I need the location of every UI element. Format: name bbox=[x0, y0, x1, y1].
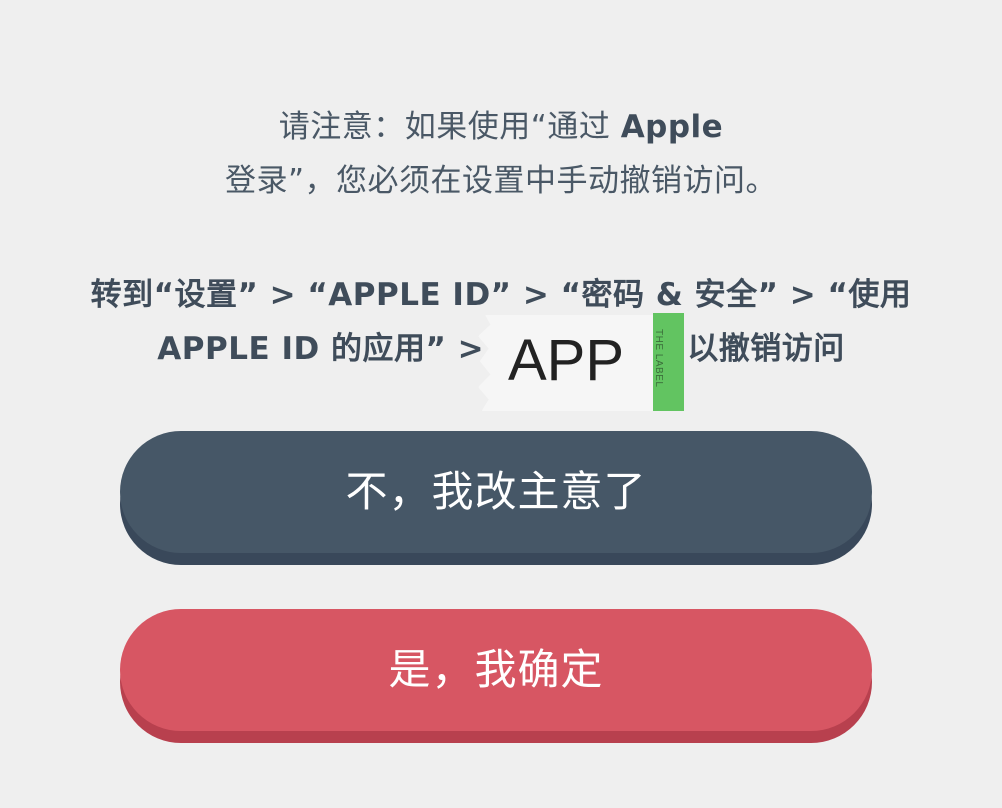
label-tab: THE LABEL bbox=[653, 313, 684, 411]
confirm-button[interactable]: 是，我确定 bbox=[120, 609, 872, 731]
app-sticker-overlay: APP bbox=[478, 315, 656, 411]
label-tab-text: THE LABEL bbox=[653, 329, 664, 388]
instructions-line-2-end: ”以撤销访问 bbox=[666, 331, 845, 367]
apple-id-label: APPLE ID bbox=[157, 331, 320, 367]
sticker-text: APP bbox=[508, 328, 625, 393]
instructions-line-1: 转到“设置” > “APPLE ID” > “密码 & 安全” > “使用 bbox=[90, 277, 912, 313]
confirmation-screen: 请注意：如果使用“通过 Apple 登录”，您必须在设置中手动撤销访问。 转到“… bbox=[0, 0, 1002, 808]
notice-text: 请注意：如果使用“通过 Apple 登录”，您必须在设置中手动撤销访问。 bbox=[60, 100, 942, 208]
notice-line-1-text: 请注意：如果使用“通过 bbox=[278, 109, 621, 145]
apple-word: Apple bbox=[620, 109, 724, 145]
notice-line-1: 请注意：如果使用“通过 Apple bbox=[60, 100, 942, 154]
cancel-button[interactable]: 不，我改主意了 bbox=[120, 431, 872, 553]
notice-line-2: 登录”，您必须在设置中手动撤销访问。 bbox=[224, 163, 778, 199]
